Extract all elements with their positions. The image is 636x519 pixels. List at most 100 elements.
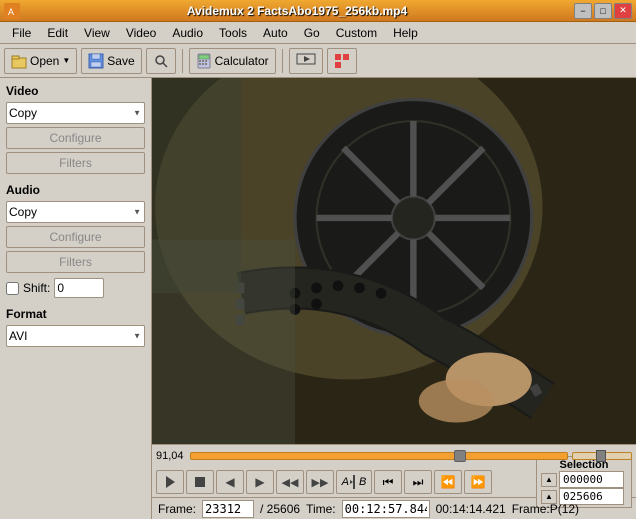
menu-custom[interactable]: Custom [328, 24, 385, 42]
play-icon [166, 476, 175, 488]
rewind-icon: ◀◀ [282, 476, 299, 489]
view-icon [296, 53, 316, 69]
open-icon [11, 53, 27, 69]
next-keyframe-icon: ⏩ [471, 475, 486, 489]
maximize-button[interactable]: □ [594, 3, 612, 19]
fast-forward-icon: ▶▶ [312, 476, 329, 489]
toolbar-separator [182, 49, 183, 73]
position-label: 91,04 [156, 450, 186, 462]
go-end-button[interactable]: ⏭ [404, 470, 432, 494]
video-timeline-container: 91,04 [152, 78, 636, 519]
scrubber-right [572, 452, 632, 460]
prev-keyframe-button[interactable]: ⏪ [434, 470, 462, 494]
shift-row: Shift: [6, 278, 145, 298]
prev-keyframe-icon: ⏪ [441, 475, 456, 489]
fast-forward-button[interactable]: ▶▶ [306, 470, 334, 494]
window-controls: − □ ✕ [574, 3, 632, 19]
menu-edit[interactable]: Edit [39, 24, 76, 42]
color-icon [334, 53, 350, 69]
stop-button[interactable] [186, 470, 214, 494]
audio-configure-button[interactable]: Configure [6, 226, 145, 248]
go-end-icon: ⏭ [413, 475, 424, 490]
time-input[interactable] [342, 500, 430, 518]
marker-b-icon: B [359, 476, 366, 488]
total-frames: / 25606 [260, 502, 300, 516]
frame-label: Frame: [158, 502, 196, 516]
go-begin-icon: ⏮ [383, 475, 394, 490]
minimize-button[interactable]: − [574, 3, 592, 19]
frame-type: Frame:P(12) [512, 502, 579, 516]
menu-file[interactable]: File [4, 24, 39, 42]
menu-go[interactable]: Go [296, 24, 328, 42]
menu-auto[interactable]: Auto [255, 24, 296, 42]
go-begin-button[interactable]: ⏮ [374, 470, 402, 494]
selection-a-value: 000000 [559, 471, 624, 488]
color-button[interactable] [327, 48, 357, 74]
video-codec-select[interactable]: Copy [6, 102, 145, 124]
video-area [152, 78, 636, 444]
window-title: Avidemux 2 FactsAbo1975_256kb.mp4 [20, 4, 574, 18]
ab-segment-icon [349, 475, 359, 489]
titlebar: A Avidemux 2 FactsAbo1975_256kb.mp4 − □ … [0, 0, 636, 22]
time-label: Time: [306, 502, 336, 516]
frame-input[interactable] [202, 500, 254, 518]
video-filters-button[interactable]: Filters [6, 152, 145, 174]
toolbar-separator-2 [282, 49, 283, 73]
selection-a-marker[interactable]: ▲ [541, 473, 557, 487]
scrubber-right-track[interactable] [572, 452, 632, 460]
play-button[interactable] [156, 470, 184, 494]
prev-frame-icon: ◀ [225, 475, 234, 489]
menu-view[interactable]: View [76, 24, 118, 42]
open-button[interactable]: Open ▼ [4, 48, 77, 74]
selection-a-row: ▲ 000000 [541, 471, 624, 488]
calculator-button[interactable]: Calculator [189, 48, 276, 74]
scrubber-thumb[interactable] [454, 450, 466, 462]
scrubber-right-thumb[interactable] [596, 450, 606, 462]
marker-a-button[interactable]: A B [336, 470, 372, 494]
format-wrap: AVI [6, 325, 145, 347]
stop-icon [195, 477, 205, 487]
next-keyframe-button[interactable]: ⏩ [464, 470, 492, 494]
audio-codec-select[interactable]: Copy [6, 201, 145, 223]
format-section-label: Format [6, 307, 145, 321]
left-panel: Video Copy Configure Filters Audio Copy … [0, 78, 152, 519]
scrubber-track[interactable] [190, 452, 568, 460]
menu-video[interactable]: Video [118, 24, 164, 42]
video-canvas [152, 78, 636, 444]
close-button[interactable]: ✕ [614, 3, 632, 19]
selection-title: Selection [541, 459, 627, 471]
marker-a-icon: A [342, 476, 349, 488]
audio-section-label: Audio [6, 183, 145, 197]
selection-panel: Selection ▲ 000000 ▲ 025606 [536, 456, 632, 508]
shift-checkbox[interactable] [6, 282, 19, 295]
audio-filters-button[interactable]: Filters [6, 251, 145, 273]
menu-audio[interactable]: Audio [164, 24, 211, 42]
selection-b-icon: ▲ [545, 492, 553, 501]
video-configure-button[interactable]: Configure [6, 127, 145, 149]
transport-row: ◀ ▶ ◀◀ ▶▶ A [152, 467, 636, 497]
toolbar: Open ▼ Save Calculator [0, 44, 636, 78]
view-button[interactable] [289, 48, 323, 74]
menu-help[interactable]: Help [385, 24, 426, 42]
controls-area: 91,04 [152, 444, 636, 519]
menu-tools[interactable]: Tools [211, 24, 255, 42]
rewind-button[interactable]: ◀◀ [276, 470, 304, 494]
audio-codec-wrap: Copy [6, 201, 145, 223]
menubar: File Edit View Video Audio Tools Auto Go… [0, 22, 636, 44]
shift-input[interactable] [54, 278, 104, 298]
save-button[interactable]: Save [81, 48, 141, 74]
video-section-label: Video [6, 84, 145, 98]
shift-label: Shift: [23, 281, 50, 295]
prev-frame-button[interactable]: ◀ [216, 470, 244, 494]
selection-a-icon: ▲ [545, 475, 553, 484]
duration-value: 00:14:14.421 [436, 502, 506, 516]
magnify-button[interactable] [146, 48, 176, 74]
main-area: Video Copy Configure Filters Audio Copy … [0, 78, 636, 519]
save-icon [88, 53, 104, 69]
app-icon: A [4, 3, 20, 19]
calculator-icon [196, 53, 212, 69]
magnify-icon [153, 53, 169, 69]
next-frame-icon: ▶ [255, 475, 264, 489]
format-select[interactable]: AVI [6, 325, 145, 347]
next-frame-button[interactable]: ▶ [246, 470, 274, 494]
